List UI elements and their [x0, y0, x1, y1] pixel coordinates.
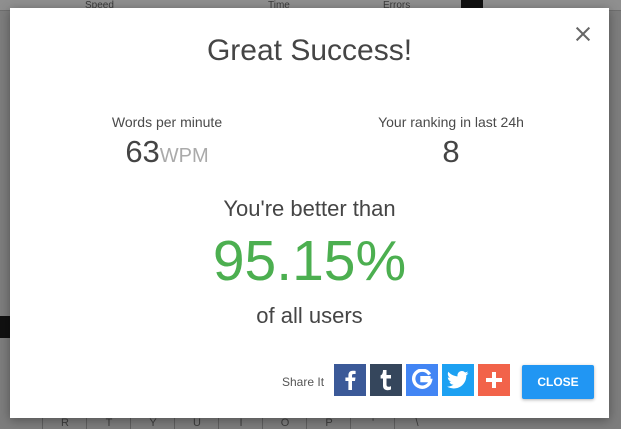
ranking-label: Your ranking in last 24h [378, 114, 524, 130]
wpm-value: 63 [125, 134, 160, 169]
share-more-button[interactable] [478, 364, 510, 396]
result-modal: Great Success! Words per minute 63WPM Yo… [10, 8, 609, 418]
modal-title: Great Success! [206, 34, 413, 67]
google-icon [412, 369, 433, 389]
wpm-unit: WPM [159, 145, 209, 167]
percentile-value: 95.15% [212, 229, 407, 293]
background-key: O [262, 418, 307, 429]
background-key: I [218, 418, 263, 429]
background-key: Y [130, 418, 175, 429]
ranking-value: 8 [442, 134, 460, 169]
background-key: U [174, 418, 219, 429]
wpm-stat: Words per minute 63WPM [57, 114, 277, 170]
plus-icon [486, 372, 502, 388]
background-keyboard: R T Y U I O P ' \ [12, 418, 608, 429]
share-tumblr-button[interactable] [370, 364, 402, 396]
background-key: \ [394, 418, 439, 429]
of-all-users-text: of all users [256, 303, 363, 328]
background-key: R [42, 418, 87, 429]
wpm-label: Words per minute [111, 114, 223, 130]
background-key: P [306, 418, 351, 429]
ranking-stat: Your ranking in last 24h 8 [341, 114, 561, 170]
share-google-button[interactable] [406, 364, 438, 396]
background-key: ' [350, 418, 395, 429]
share-facebook-button[interactable] [334, 364, 366, 396]
twitter-icon [447, 371, 469, 389]
share-label: Share It [282, 375, 325, 389]
better-than-text: You're better than [223, 196, 396, 221]
wpm-value-row: 63WPM [57, 134, 277, 170]
close-button[interactable]: CLOSE [522, 365, 594, 399]
share-twitter-button[interactable] [442, 364, 474, 396]
background-key: T [86, 418, 131, 429]
tumblr-icon [380, 370, 391, 391]
facebook-icon [345, 370, 356, 390]
